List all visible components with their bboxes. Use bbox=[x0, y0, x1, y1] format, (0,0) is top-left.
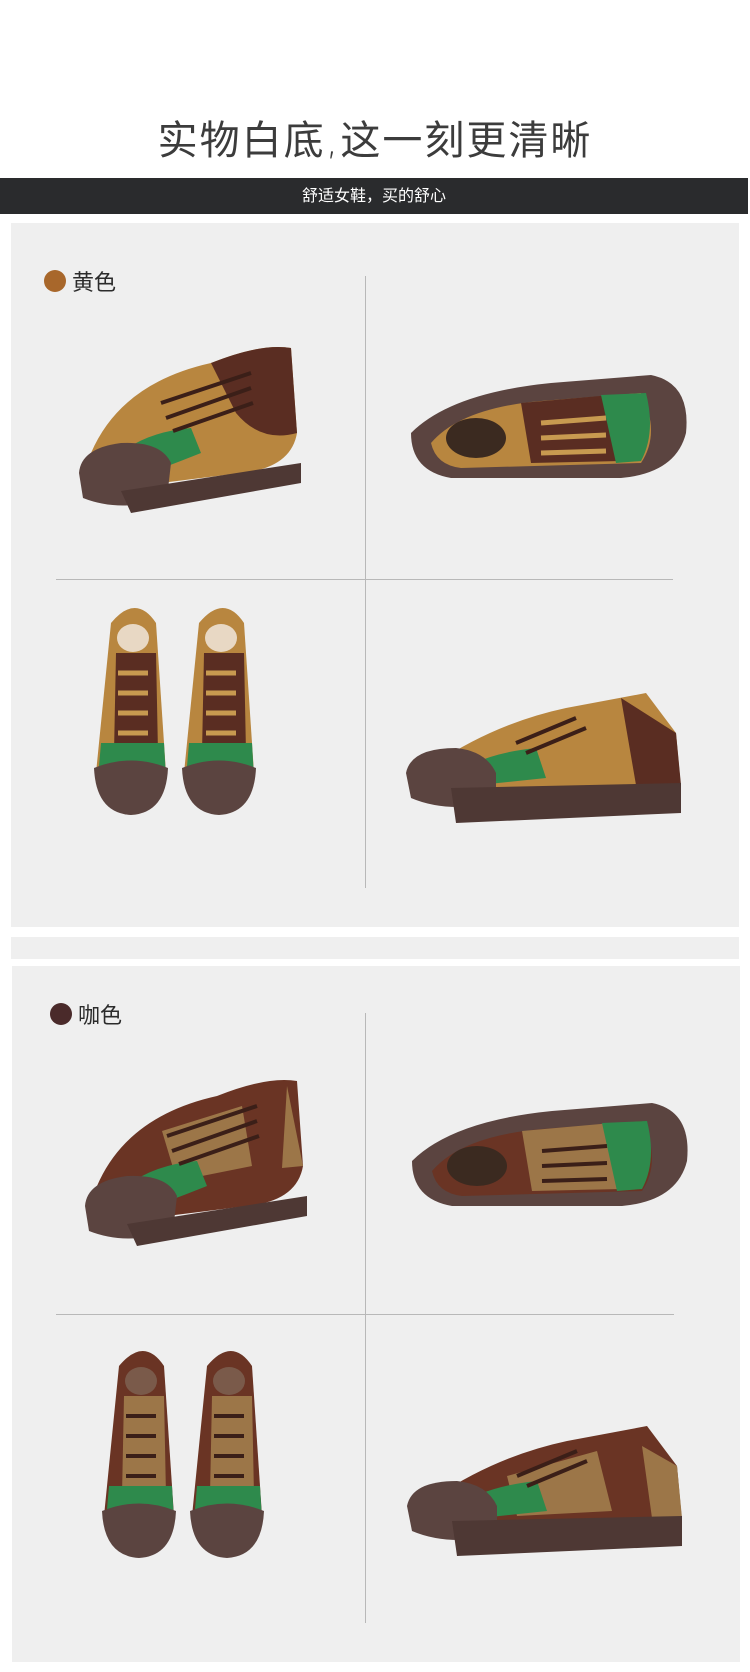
color-section-yellow: 黄色 bbox=[11, 223, 739, 927]
grid-divider-vertical bbox=[365, 276, 366, 888]
three-quarter-shoe-icon bbox=[85, 1080, 307, 1246]
grid-divider-horizontal bbox=[56, 579, 673, 580]
side-shoe-icon bbox=[407, 1426, 682, 1556]
top-pair-shoe-icon bbox=[94, 608, 256, 815]
color-dot-icon bbox=[44, 270, 66, 292]
color-label-yellow: 黄色 bbox=[44, 265, 116, 297]
three-quarter-shoe-icon bbox=[79, 347, 301, 513]
outsole-side-shoe-icon bbox=[411, 375, 687, 478]
subtitle-banner: 舒适女鞋，买的舒心 bbox=[0, 178, 748, 214]
side-shoe-icon bbox=[406, 693, 681, 823]
grid-divider-horizontal bbox=[56, 1314, 674, 1315]
section-separator bbox=[11, 937, 739, 959]
color-name: 黄色 bbox=[72, 271, 117, 296]
outsole-side-shoe-icon bbox=[412, 1103, 688, 1206]
page-title: 实物白底,这一刻更清晰 bbox=[157, 118, 593, 164]
grid-divider-vertical bbox=[365, 1013, 366, 1623]
color-section-brown: 咖色 bbox=[12, 966, 740, 1662]
color-name: 咖色 bbox=[78, 1004, 123, 1029]
color-dot-icon bbox=[50, 1003, 72, 1025]
color-label-brown: 咖色 bbox=[50, 998, 122, 1030]
top-pair-shoe-icon bbox=[102, 1351, 264, 1558]
